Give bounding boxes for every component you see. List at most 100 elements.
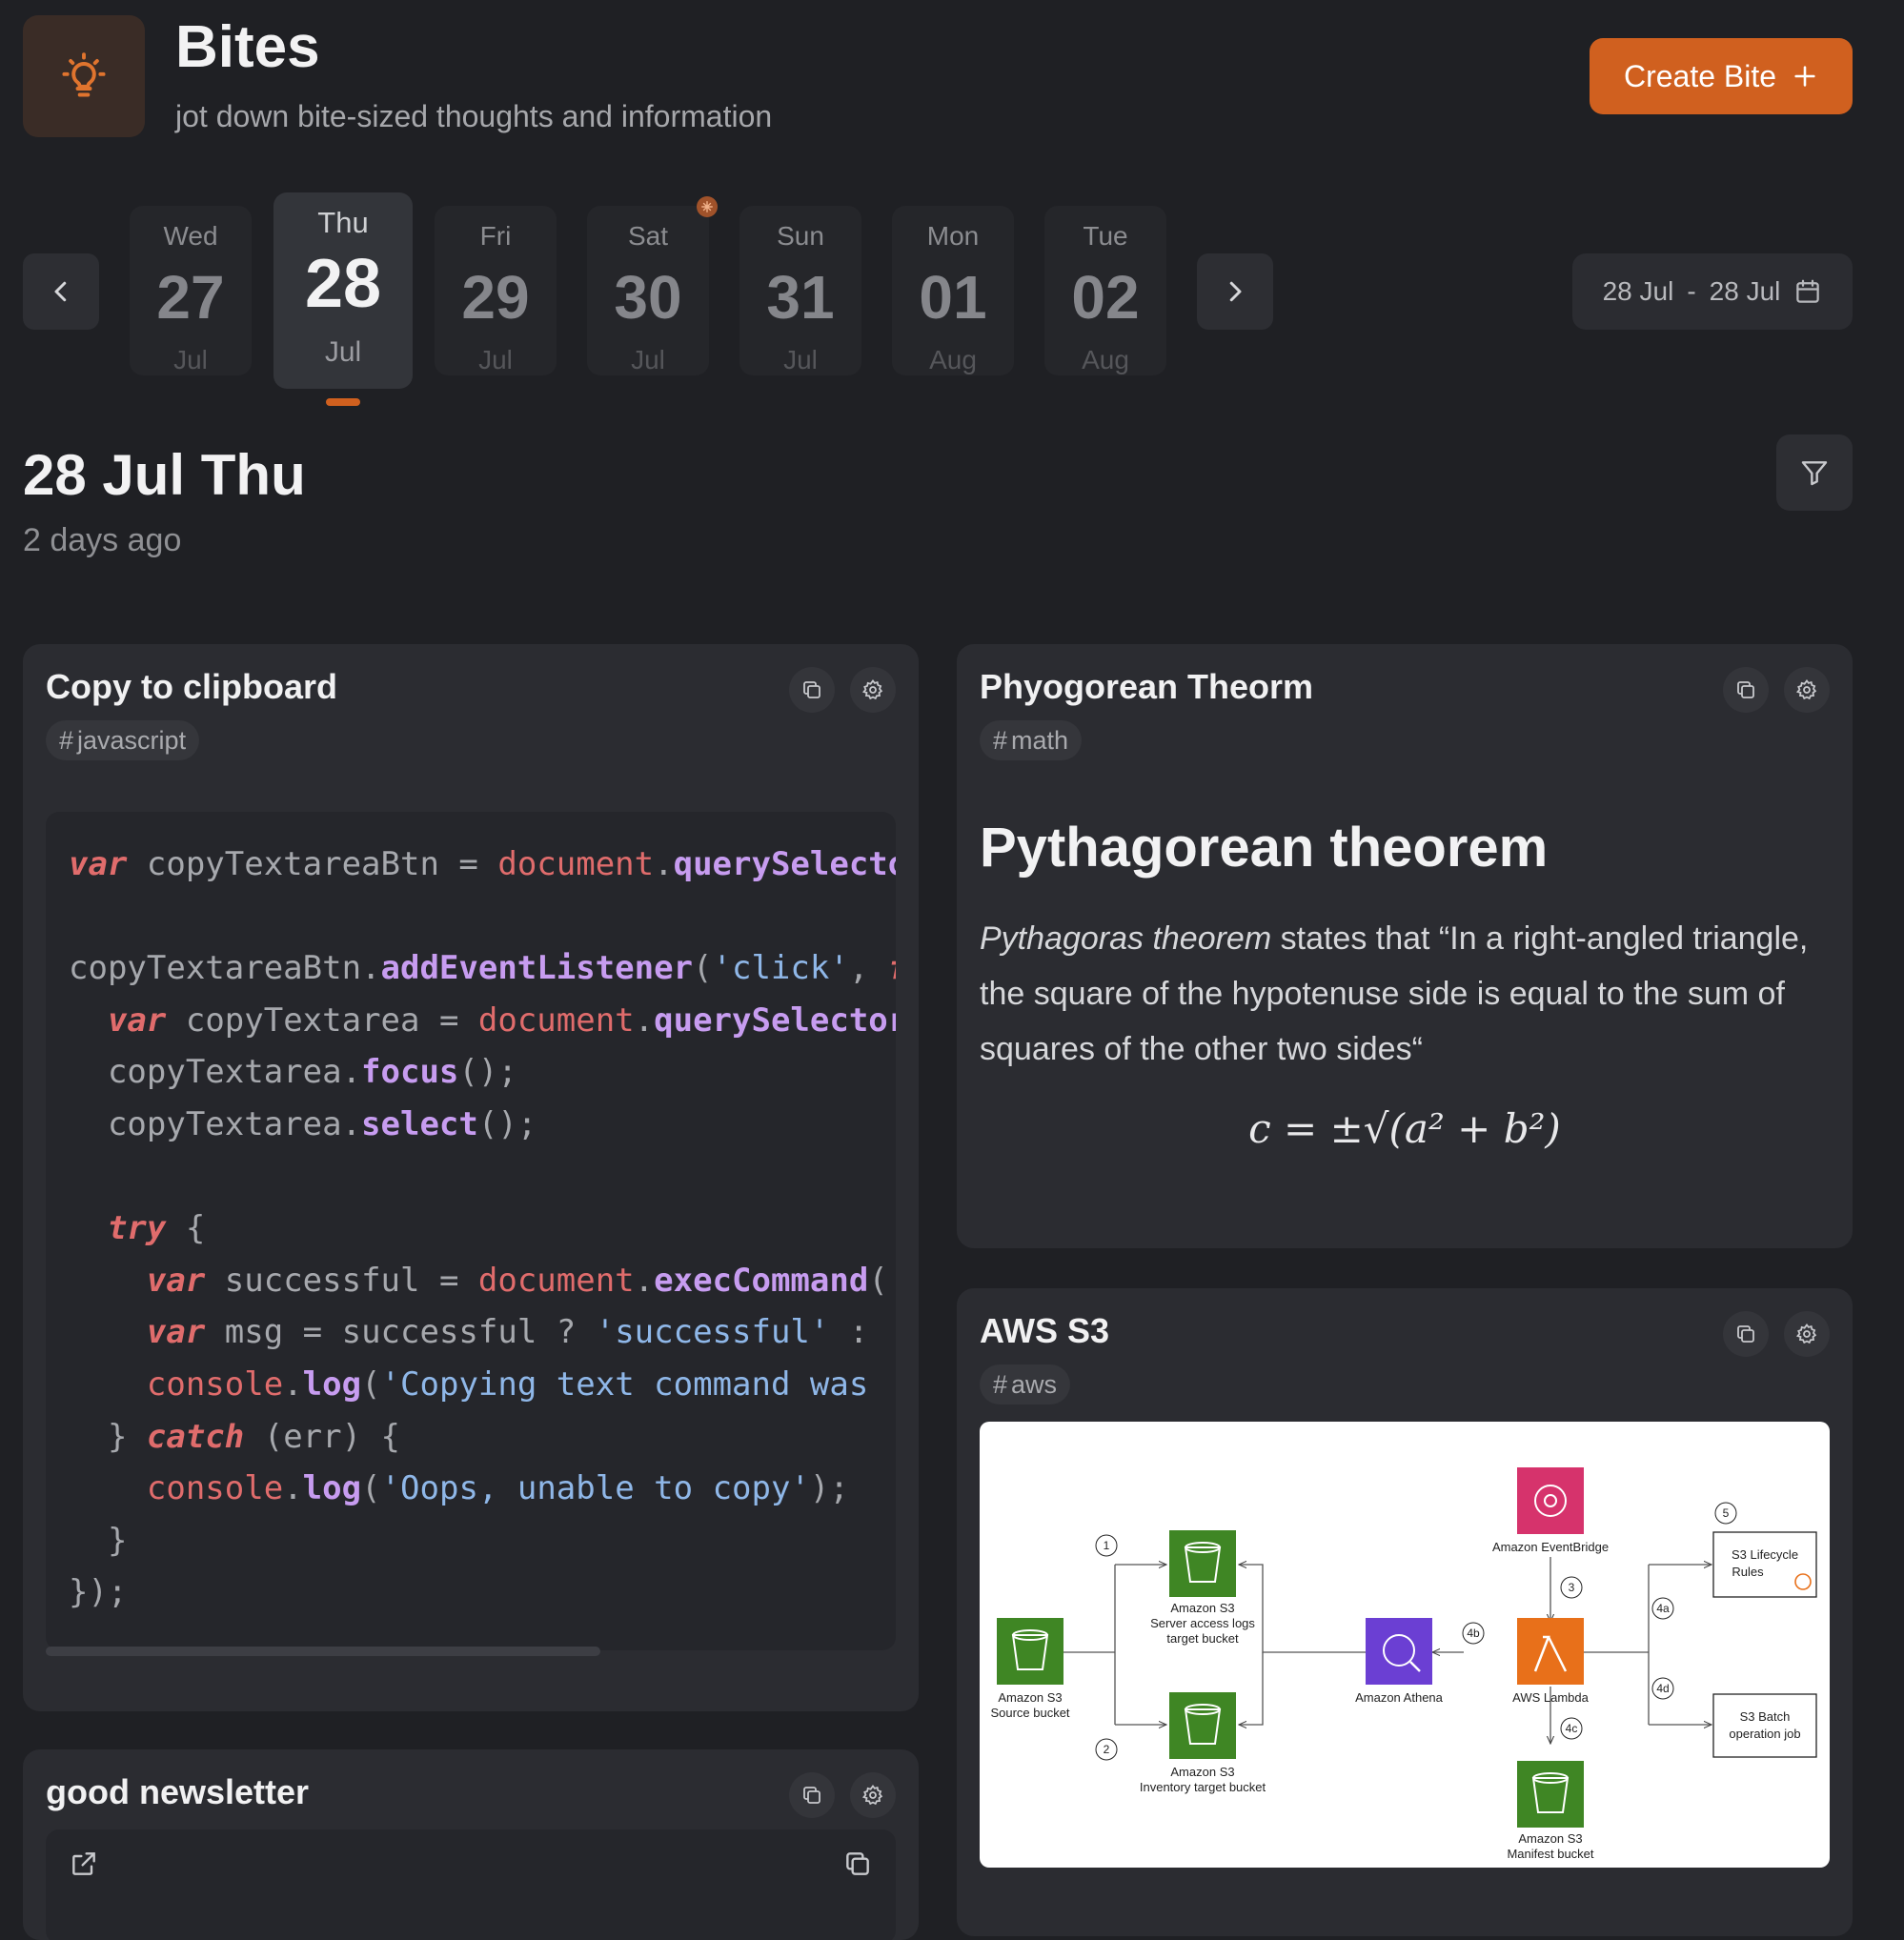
card-settings-button[interactable]	[850, 1772, 896, 1818]
copy-card-button[interactable]	[789, 1772, 835, 1818]
node-label: Amazon Athena	[1355, 1690, 1444, 1705]
day-number: 02	[1071, 263, 1140, 332]
calendar-icon	[1796, 279, 1820, 303]
day-month: Jul	[631, 345, 665, 374]
external-link-icon[interactable]	[69, 1849, 99, 1879]
sparkle-icon	[701, 201, 713, 212]
copy-card-button[interactable]	[1723, 1311, 1769, 1357]
day-month: Jul	[324, 336, 362, 368]
node-label: Amazon S3	[1170, 1601, 1234, 1615]
emphasis-text: Pythagoras theorem	[980, 920, 1272, 957]
day-name: Mon	[926, 221, 980, 251]
day-name: Thu	[317, 206, 369, 239]
day-name: Sat	[627, 221, 669, 251]
copy-card-button[interactable]	[1723, 667, 1769, 713]
step-marker: 1	[1104, 1539, 1110, 1552]
date-thu-28-selected[interactable]: Thu 28 Jul	[273, 192, 413, 389]
day-month: Jul	[173, 345, 208, 374]
step-marker: 3	[1569, 1581, 1575, 1594]
day-number: 27	[156, 263, 225, 332]
day-name: Sun	[777, 221, 824, 251]
day-number: 28	[304, 246, 382, 322]
card-settings-button[interactable]	[850, 667, 896, 713]
day-name: Wed	[163, 221, 218, 251]
s3-manifest-bucket: Amazon S3 Manifest bucket	[1507, 1761, 1594, 1861]
code-scrollbar[interactable]	[46, 1647, 600, 1656]
chevron-left-icon	[54, 281, 67, 302]
prev-week-button[interactable]	[23, 253, 99, 330]
day-number: 30	[614, 263, 682, 332]
step-marker: 4d	[1656, 1682, 1669, 1695]
card-title: Phyogorean Theorm	[980, 667, 1314, 706]
filter-button[interactable]	[1776, 434, 1853, 511]
bite-card-clipboard[interactable]: Copy to clipboard # javascript var copyTe…	[23, 644, 919, 1711]
bite-card-aws-s3[interactable]: AWS S3 # aws Amazon S3 Source bucket Ama…	[957, 1288, 1853, 1936]
app-logo	[23, 15, 145, 137]
tag-javascript[interactable]: # javascript	[46, 720, 200, 760]
day-month: Jul	[783, 345, 818, 374]
date-fri-29[interactable]: Fri 29 Jul	[435, 206, 557, 375]
date-wed-27[interactable]: Wed 27 Jul	[130, 206, 252, 375]
day-month: Aug	[1082, 345, 1129, 374]
node-label: Amazon S3	[1518, 1831, 1582, 1846]
s3-logs-bucket: Amazon S3 Server access logs target buck…	[1150, 1530, 1255, 1646]
card-title: good newsletter	[46, 1772, 310, 1811]
day-month: Jul	[478, 345, 513, 374]
copy-icon	[1737, 1325, 1754, 1343]
node-label: Inventory target bucket	[1140, 1780, 1266, 1794]
day-name: Tue	[1083, 221, 1128, 251]
step-marker: 5	[1723, 1506, 1730, 1520]
relative-date: 2 days ago	[23, 522, 182, 558]
lambda-node: AWS Lambda	[1512, 1618, 1590, 1705]
chevron-right-icon	[1229, 281, 1242, 302]
batch-job-node: S3 Batch operation job	[1712, 1693, 1817, 1758]
step-marker: 2	[1104, 1743, 1110, 1756]
copy-card-button[interactable]	[789, 667, 835, 713]
link-preview[interactable]	[46, 1829, 896, 1940]
day-name: Fri	[479, 221, 512, 251]
date-sun-31[interactable]: Sun 31 Jul	[739, 206, 861, 375]
step-marker: 4c	[1566, 1722, 1578, 1735]
date-tue-02[interactable]: Tue 02 Aug	[1044, 206, 1166, 375]
code-block[interactable]: var copyTextareaBtn = document.querySele…	[46, 812, 896, 1650]
s3-inventory-bucket: Amazon S3 Inventory target bucket	[1140, 1692, 1266, 1794]
date-sat-30[interactable]: Sat 30 Jul	[587, 206, 709, 375]
next-week-button[interactable]	[1197, 253, 1273, 330]
range-separator: -	[1687, 276, 1696, 306]
code-content: var copyTextareaBtn = document.querySele…	[69, 845, 896, 1612]
range-from: 28 Jul	[1602, 276, 1674, 306]
create-bite-button[interactable]: Create Bite	[1590, 38, 1853, 114]
selected-date-heading: 28 Jul Thu	[23, 443, 306, 507]
math-formula: c = ±√(a² + b²)	[1248, 1105, 1561, 1152]
node-label: Server access logs	[1150, 1616, 1255, 1630]
filter-icon	[1801, 461, 1828, 486]
card-settings-button[interactable]	[1784, 1311, 1830, 1357]
tag-math[interactable]: # math	[980, 720, 1083, 760]
tag-aws[interactable]: # aws	[980, 1364, 1071, 1404]
copy-icon	[803, 1787, 820, 1804]
day-number: 29	[461, 263, 530, 332]
create-bite-label: Create Bite	[1623, 58, 1777, 93]
node-label: Amazon S3	[1170, 1765, 1234, 1779]
step-marker: 4a	[1656, 1602, 1670, 1615]
step-marker: 4b	[1467, 1627, 1480, 1640]
date-range-picker[interactable]: 28 Jul - 28 Jul	[1572, 253, 1853, 330]
card-title: AWS S3	[980, 1311, 1110, 1350]
gear-icon	[1795, 1324, 1817, 1344]
hash-icon: #	[993, 1369, 1008, 1399]
markdown-paragraph: Pythagoras theorem states that “In a rig…	[980, 911, 1830, 1077]
date-mon-01[interactable]: Mon 01 Aug	[892, 206, 1014, 375]
copy-link-icon[interactable]	[842, 1849, 873, 1879]
bite-card-newsletter[interactable]: good newsletter	[23, 1749, 919, 1940]
lifecycle-rules-node: S3 Lifecycle Rules	[1712, 1531, 1817, 1598]
day-number: 31	[766, 263, 835, 332]
hash-icon: #	[59, 725, 74, 755]
copy-icon	[803, 681, 820, 698]
bite-card-pythagorean[interactable]: Phyogorean Theorm # math Pythagorean theo…	[957, 644, 1853, 1248]
card-settings-button[interactable]	[1784, 667, 1830, 713]
app-title: Bites	[175, 14, 320, 80]
node-label: Manifest bucket	[1507, 1847, 1593, 1861]
copy-icon	[1737, 681, 1754, 698]
architecture-diagram[interactable]: Amazon S3 Source bucket Amazon S3 Server…	[980, 1422, 1830, 1868]
eventbridge-node: Amazon EventBridge	[1492, 1467, 1609, 1554]
